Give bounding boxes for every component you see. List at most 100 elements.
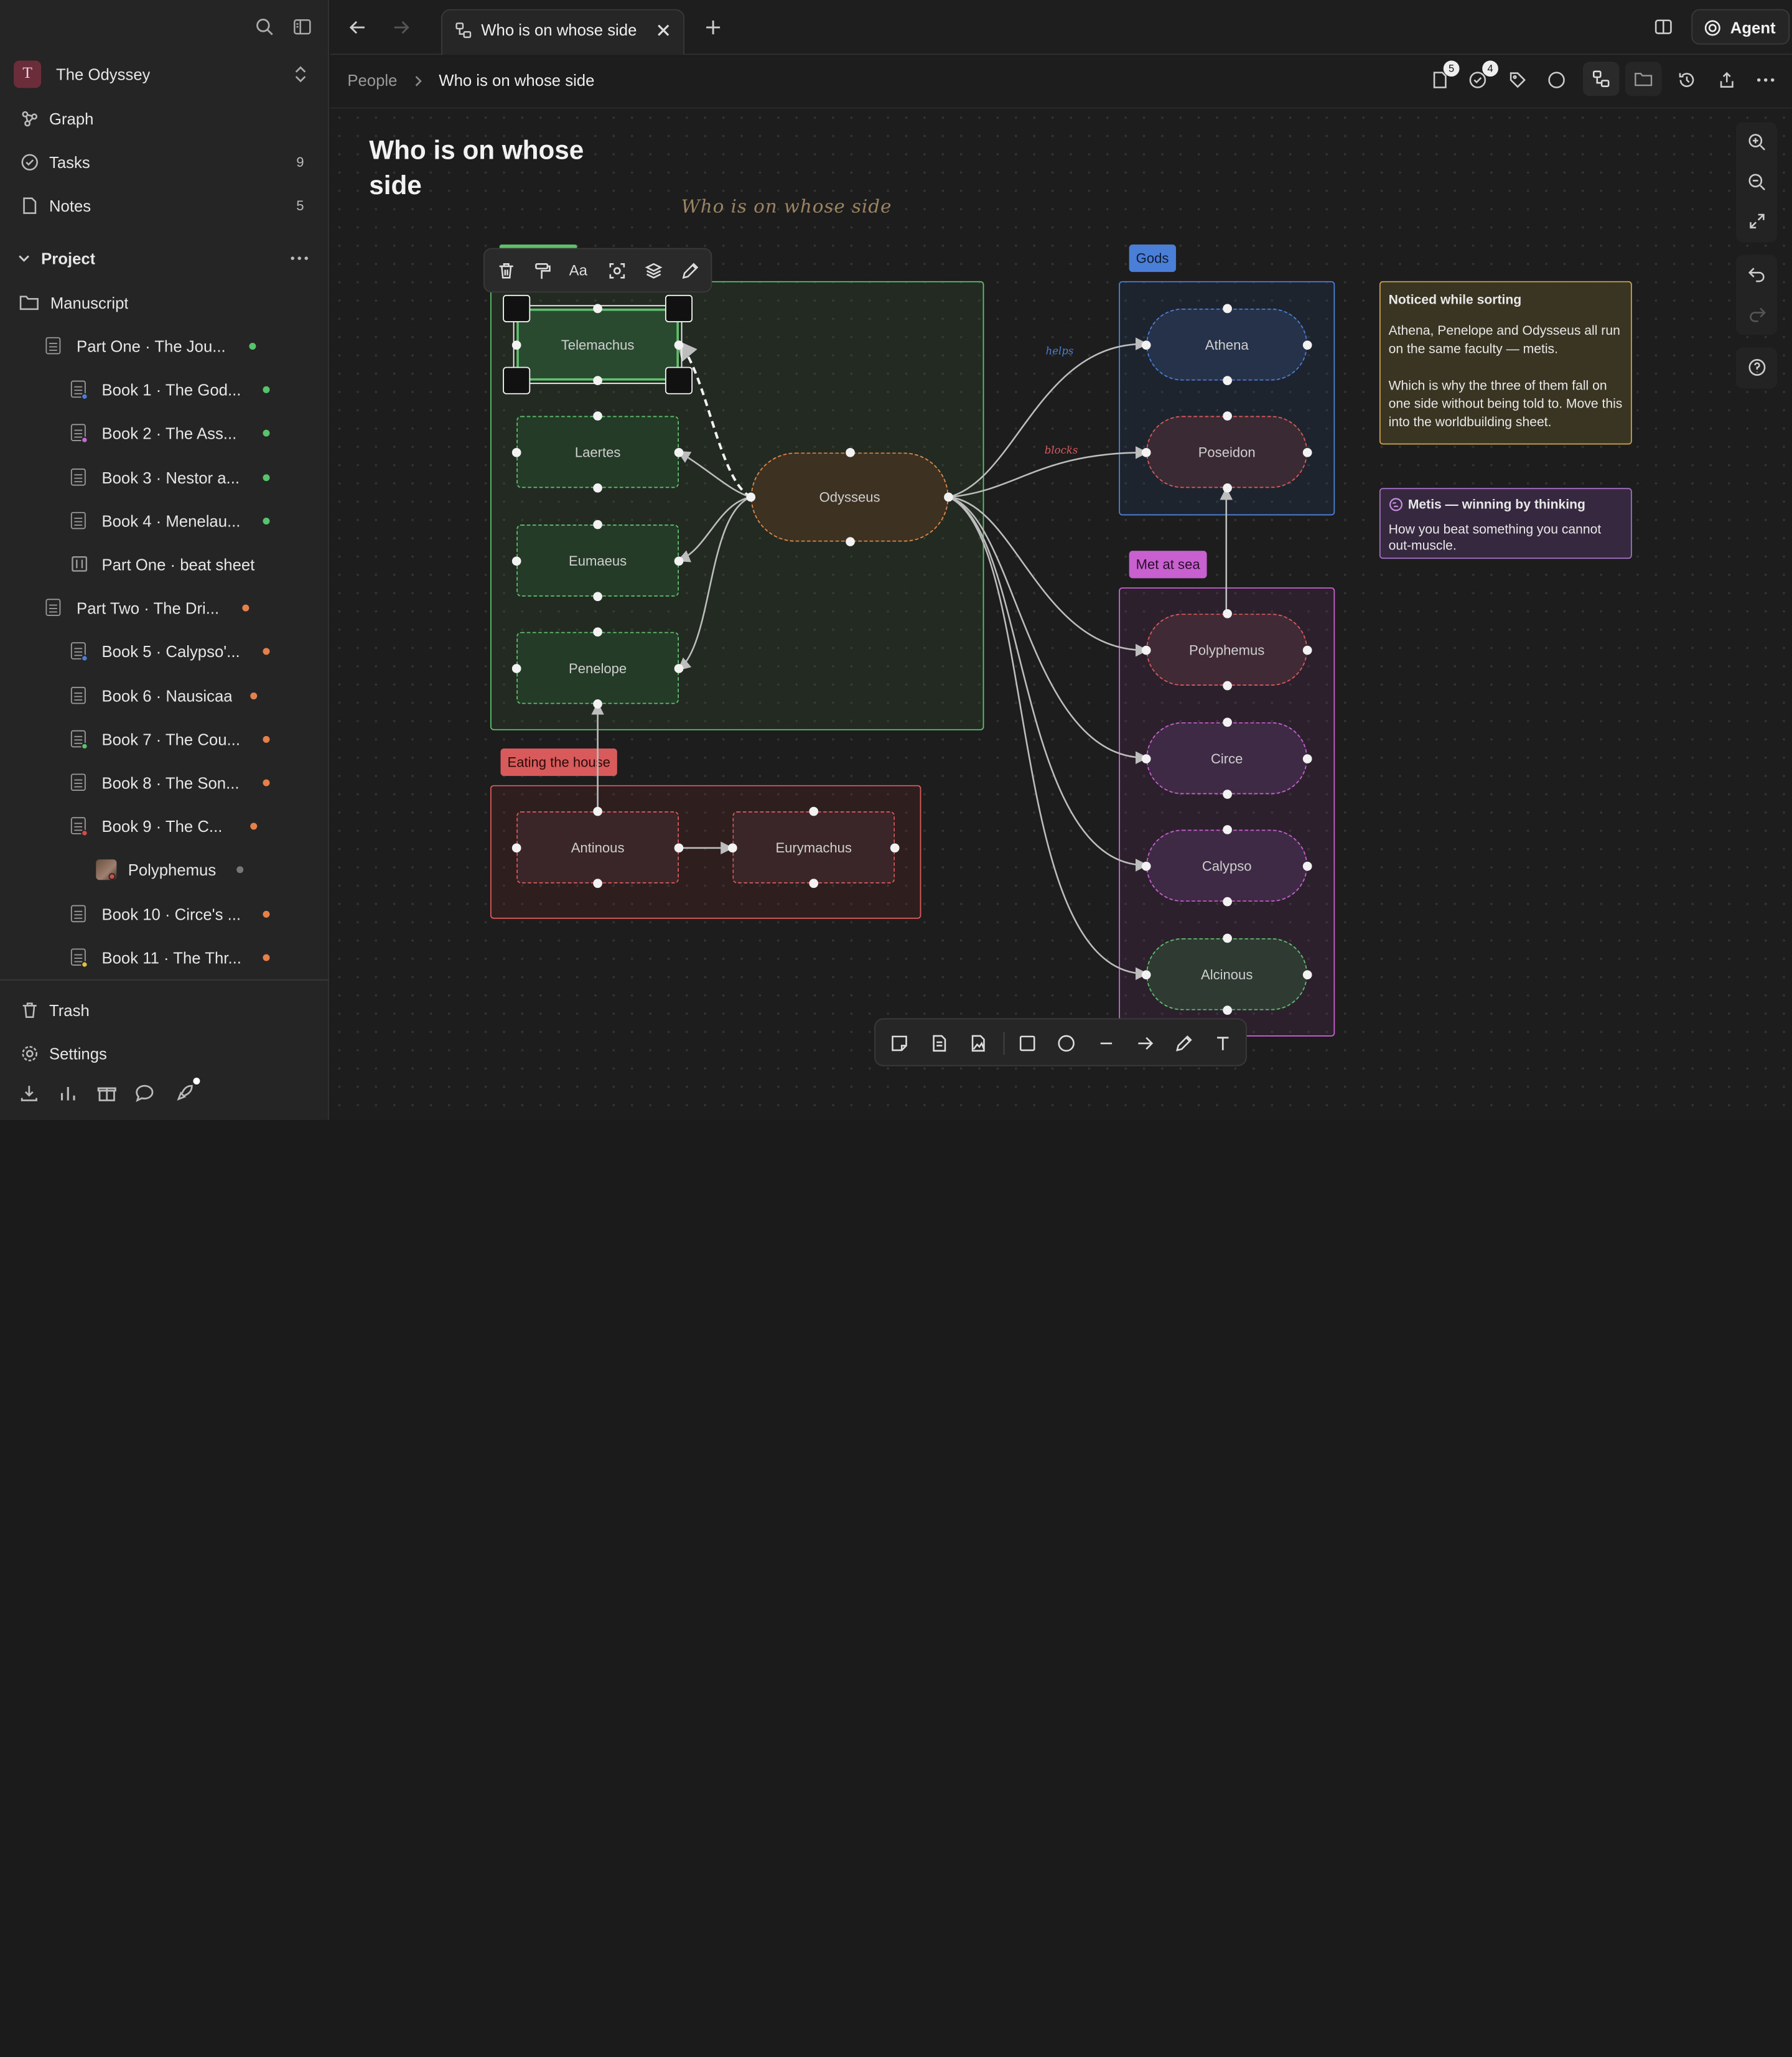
node-calypso[interactable]: Calypso xyxy=(1146,829,1308,902)
status-circle-icon[interactable] xyxy=(1547,71,1566,89)
connection-handle[interactable] xyxy=(1302,861,1312,870)
connection-handle[interactable] xyxy=(1222,483,1232,493)
line-tool-icon[interactable] xyxy=(1097,1034,1115,1052)
connection-handle[interactable] xyxy=(809,879,819,889)
tag-icon[interactable] xyxy=(1508,71,1526,89)
tree-item[interactable]: Book 10 · Circe's ... xyxy=(0,893,329,935)
chat-icon[interactable] xyxy=(135,1083,154,1103)
more-options-icon[interactable] xyxy=(1757,78,1775,82)
gift-icon[interactable] xyxy=(97,1083,116,1103)
connection-handle[interactable] xyxy=(674,663,684,673)
tree-item[interactable]: Book 3 · Nestor a... xyxy=(0,457,329,498)
connection-handle[interactable] xyxy=(1141,447,1151,457)
help-icon[interactable] xyxy=(1747,358,1766,377)
pen-tool-icon[interactable] xyxy=(1175,1034,1193,1052)
canvas-view-toggle[interactable] xyxy=(1582,62,1620,96)
folder-view-toggle[interactable] xyxy=(1625,62,1662,96)
tree-item[interactable]: Part One · beat sheet xyxy=(0,544,329,585)
arrow-tool-icon[interactable] xyxy=(1136,1034,1154,1052)
connection-handle[interactable] xyxy=(1222,790,1232,799)
node-alcinous[interactable]: Alcinous xyxy=(1146,938,1308,1010)
nav-trash[interactable]: Trash xyxy=(0,990,329,1031)
node-circe[interactable]: Circe xyxy=(1146,722,1308,795)
connection-handle[interactable] xyxy=(809,806,819,816)
tree-item[interactable]: Book 5 · Calypso'... xyxy=(0,632,329,673)
project-section-header[interactable]: Project xyxy=(0,238,329,279)
connection-handle[interactable] xyxy=(674,340,684,350)
group-met-label[interactable]: Met at sea xyxy=(1129,551,1207,579)
node-eurymachus[interactable]: Eurymachus xyxy=(732,811,895,884)
nav-notes[interactable]: Notes 5 xyxy=(0,185,329,226)
rectangle-tool-icon[interactable] xyxy=(1018,1034,1036,1052)
connection-handle[interactable] xyxy=(1222,376,1232,385)
connection-handle[interactable] xyxy=(511,842,521,852)
split-view-icon[interactable] xyxy=(1654,17,1673,37)
resize-handle-br[interactable] xyxy=(665,366,693,394)
node-athena[interactable]: Athena xyxy=(1146,308,1308,381)
connection-handle[interactable] xyxy=(944,492,953,502)
connection-handle[interactable] xyxy=(1222,717,1232,727)
connection-handle[interactable] xyxy=(1222,1005,1232,1015)
breadcrumb-parent[interactable]: People xyxy=(347,71,397,89)
connection-handle[interactable] xyxy=(727,842,737,852)
more-icon[interactable] xyxy=(291,256,309,260)
note-metis[interactable]: Metis — winning by thinking How you beat… xyxy=(1379,488,1632,559)
stats-icon[interactable] xyxy=(58,1083,78,1103)
connection-handle[interactable] xyxy=(593,879,602,889)
node-poseidon[interactable]: Poseidon xyxy=(1146,416,1308,488)
text-style-icon[interactable]: Aa xyxy=(569,262,587,279)
connection-handle[interactable] xyxy=(1222,825,1232,834)
tree-item[interactable]: Book 11 · The Thr... xyxy=(0,937,329,978)
tree-item[interactable]: Book 9 · The C... xyxy=(0,806,329,847)
add-document-icon[interactable] xyxy=(930,1034,948,1052)
redo-icon[interactable] xyxy=(1747,304,1766,324)
connection-handle[interactable] xyxy=(1141,753,1151,763)
add-note-icon[interactable] xyxy=(890,1034,908,1052)
connection-handle[interactable] xyxy=(1141,969,1151,979)
nav-graph[interactable]: Graph xyxy=(0,98,329,139)
zoom-in-icon[interactable] xyxy=(1747,133,1766,152)
connection-handle[interactable] xyxy=(511,556,521,566)
tree-item[interactable]: Book 8 · The Son... xyxy=(0,762,329,803)
node-eumaeus[interactable]: Eumaeus xyxy=(516,525,679,597)
ellipse-tool-icon[interactable] xyxy=(1057,1034,1075,1052)
connection-handle[interactable] xyxy=(1222,897,1232,907)
connection-handle[interactable] xyxy=(1302,447,1312,457)
connection-handle[interactable] xyxy=(593,699,602,709)
group-eating-label[interactable]: Eating the house xyxy=(500,749,617,777)
connection-handle[interactable] xyxy=(1222,609,1232,618)
connection-handle[interactable] xyxy=(511,663,521,673)
connection-handle[interactable] xyxy=(1302,340,1312,350)
canvas-title[interactable]: Who is on whose side xyxy=(369,133,632,203)
nav-settings[interactable]: Settings xyxy=(0,1033,329,1074)
resize-handle-tl[interactable] xyxy=(503,294,531,322)
connection-handle[interactable] xyxy=(890,842,900,852)
node-laertes[interactable]: Laertes xyxy=(516,416,679,488)
connection-handle[interactable] xyxy=(593,304,602,314)
tab-active[interactable]: Who is on whose side xyxy=(441,9,685,55)
connection-handle[interactable] xyxy=(845,537,854,546)
connection-handle[interactable] xyxy=(593,411,602,421)
tree-item[interactable]: Book 1 · The God... xyxy=(0,370,329,411)
sidebar-toggle-icon[interactable] xyxy=(292,17,312,37)
node-polyphemus[interactable]: Polyphemus xyxy=(1146,613,1308,686)
tree-item[interactable]: Book 6 · Nausicaa xyxy=(0,675,329,716)
new-tab-plus-icon[interactable] xyxy=(704,18,722,36)
resize-handle-tr[interactable] xyxy=(665,294,693,322)
workspace-switcher[interactable]: T The Odyssey xyxy=(0,54,329,95)
focus-icon[interactable] xyxy=(608,262,626,280)
connection-handle[interactable] xyxy=(845,447,854,457)
node-odysseus[interactable]: Odysseus xyxy=(750,452,949,542)
connection-handle[interactable] xyxy=(593,520,602,529)
share-icon[interactable] xyxy=(1718,71,1736,89)
connection-handle[interactable] xyxy=(1302,645,1312,655)
fit-view-icon[interactable] xyxy=(1747,212,1766,231)
tree-item[interactable]: Book 7 · The Cou... xyxy=(0,719,329,760)
connection-handle[interactable] xyxy=(593,806,602,816)
connection-handle[interactable] xyxy=(593,592,602,602)
connection-handle[interactable] xyxy=(1141,861,1151,870)
delete-icon[interactable] xyxy=(497,262,515,280)
connection-handle[interactable] xyxy=(511,447,521,457)
paint-roller-icon[interactable] xyxy=(534,262,552,280)
tree-item[interactable]: Book 4 · Menelau... xyxy=(0,500,329,541)
